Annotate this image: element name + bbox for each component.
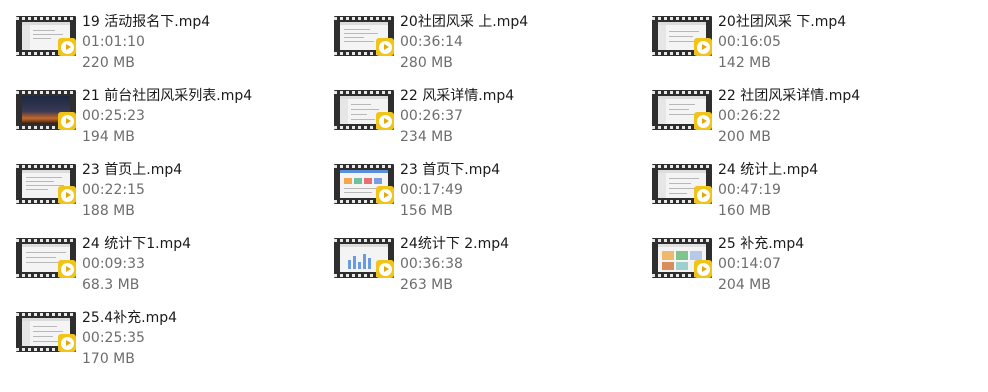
file-duration: 00:14:07 bbox=[718, 256, 781, 272]
video-thumbnail bbox=[334, 164, 394, 204]
file-size: 170 MB bbox=[82, 351, 135, 367]
video-file-item[interactable]: 22 社团风采详情.mp4 00:26:22 200 MB bbox=[636, 78, 936, 145]
play-badge-icon bbox=[694, 186, 712, 204]
file-name: 24 统计下1.mp4 bbox=[82, 236, 192, 252]
video-file-item[interactable]: 24 统计下1.mp4 00:09:33 68.3 MB bbox=[0, 226, 300, 293]
file-name: 21 前台社团风采列表.mp4 bbox=[82, 88, 253, 104]
file-name: 19 活动报名下.mp4 bbox=[82, 14, 211, 30]
file-name: 25.4补充.mp4 bbox=[82, 310, 178, 326]
file-name: 23 首页下.mp4 bbox=[400, 162, 501, 178]
play-badge-icon bbox=[376, 112, 394, 130]
play-badge-icon bbox=[58, 260, 76, 278]
video-thumbnail bbox=[652, 238, 712, 278]
play-badge-icon bbox=[376, 186, 394, 204]
play-badge-icon bbox=[694, 260, 712, 278]
file-duration: 00:22:15 bbox=[82, 182, 145, 198]
file-name: 22 风采详情.mp4 bbox=[400, 88, 515, 104]
file-size: 234 MB bbox=[400, 129, 453, 145]
file-duration: 00:26:22 bbox=[718, 108, 781, 124]
file-duration: 00:16:05 bbox=[718, 34, 781, 50]
file-duration: 00:36:38 bbox=[400, 256, 463, 272]
file-size: 156 MB bbox=[400, 203, 453, 219]
file-duration: 00:25:23 bbox=[82, 108, 145, 124]
file-grid: 19 活动报名下.mp4 01:01:10 220 MB 20社团风采 上.mp… bbox=[0, 0, 988, 392]
play-badge-icon bbox=[376, 260, 394, 278]
video-thumbnail bbox=[652, 16, 712, 56]
file-name: 20社团风采 上.mp4 bbox=[400, 14, 529, 30]
play-badge-icon bbox=[376, 38, 394, 56]
file-name: 24 统计上.mp4 bbox=[718, 162, 819, 178]
video-file-item[interactable]: 25 补充.mp4 00:14:07 204 MB bbox=[636, 226, 936, 293]
video-thumbnail bbox=[16, 312, 76, 352]
video-file-item[interactable]: 20社团风采 下.mp4 00:16:05 142 MB bbox=[636, 4, 936, 71]
file-size: 160 MB bbox=[718, 203, 771, 219]
file-name: 24统计下 2.mp4 bbox=[400, 236, 510, 252]
play-badge-icon bbox=[58, 186, 76, 204]
video-thumbnail bbox=[334, 238, 394, 278]
video-thumbnail bbox=[652, 164, 712, 204]
file-duration: 00:36:14 bbox=[400, 34, 463, 50]
file-duration: 00:17:49 bbox=[400, 182, 463, 198]
play-badge-icon bbox=[58, 334, 76, 352]
file-name: 25 补充.mp4 bbox=[718, 236, 805, 252]
file-size: 142 MB bbox=[718, 55, 771, 71]
file-size: 68.3 MB bbox=[82, 277, 140, 293]
file-name: 22 社团风采详情.mp4 bbox=[718, 88, 861, 104]
file-name: 23 首页上.mp4 bbox=[82, 162, 183, 178]
video-file-item[interactable]: 24 统计上.mp4 00:47:19 160 MB bbox=[636, 152, 936, 219]
file-duration: 00:09:33 bbox=[82, 256, 145, 272]
file-size: 188 MB bbox=[82, 203, 135, 219]
video-thumbnail bbox=[16, 90, 76, 130]
video-thumbnail bbox=[334, 16, 394, 56]
file-size: 220 MB bbox=[82, 55, 135, 71]
video-file-item[interactable]: 20社团风采 上.mp4 00:36:14 280 MB bbox=[318, 4, 618, 71]
play-badge-icon bbox=[694, 38, 712, 56]
file-size: 204 MB bbox=[718, 277, 771, 293]
file-duration: 00:25:35 bbox=[82, 330, 145, 346]
file-size: 263 MB bbox=[400, 277, 453, 293]
video-file-item[interactable]: 23 首页上.mp4 00:22:15 188 MB bbox=[0, 152, 300, 219]
video-thumbnail bbox=[16, 16, 76, 56]
video-file-item[interactable]: 24统计下 2.mp4 00:36:38 263 MB bbox=[318, 226, 618, 293]
file-name: 20社团风采 下.mp4 bbox=[718, 14, 847, 30]
play-badge-icon bbox=[58, 38, 76, 56]
file-size: 280 MB bbox=[400, 55, 453, 71]
video-thumbnail bbox=[652, 90, 712, 130]
file-size: 200 MB bbox=[718, 129, 771, 145]
file-size: 194 MB bbox=[82, 129, 135, 145]
video-file-item[interactable]: 22 风采详情.mp4 00:26:37 234 MB bbox=[318, 78, 618, 145]
video-thumbnail bbox=[16, 238, 76, 278]
video-file-item[interactable]: 25.4补充.mp4 00:25:35 170 MB bbox=[0, 300, 300, 367]
play-badge-icon bbox=[58, 112, 76, 130]
file-duration: 00:26:37 bbox=[400, 108, 463, 124]
video-file-item[interactable]: 21 前台社团风采列表.mp4 00:25:23 194 MB bbox=[0, 78, 300, 145]
play-badge-icon bbox=[694, 112, 712, 130]
video-file-item[interactable]: 23 首页下.mp4 00:17:49 156 MB bbox=[318, 152, 618, 219]
video-file-item[interactable]: 19 活动报名下.mp4 01:01:10 220 MB bbox=[0, 4, 300, 71]
video-thumbnail bbox=[16, 164, 76, 204]
file-duration: 00:47:19 bbox=[718, 182, 781, 198]
video-thumbnail bbox=[334, 90, 394, 130]
file-duration: 01:01:10 bbox=[82, 34, 145, 50]
